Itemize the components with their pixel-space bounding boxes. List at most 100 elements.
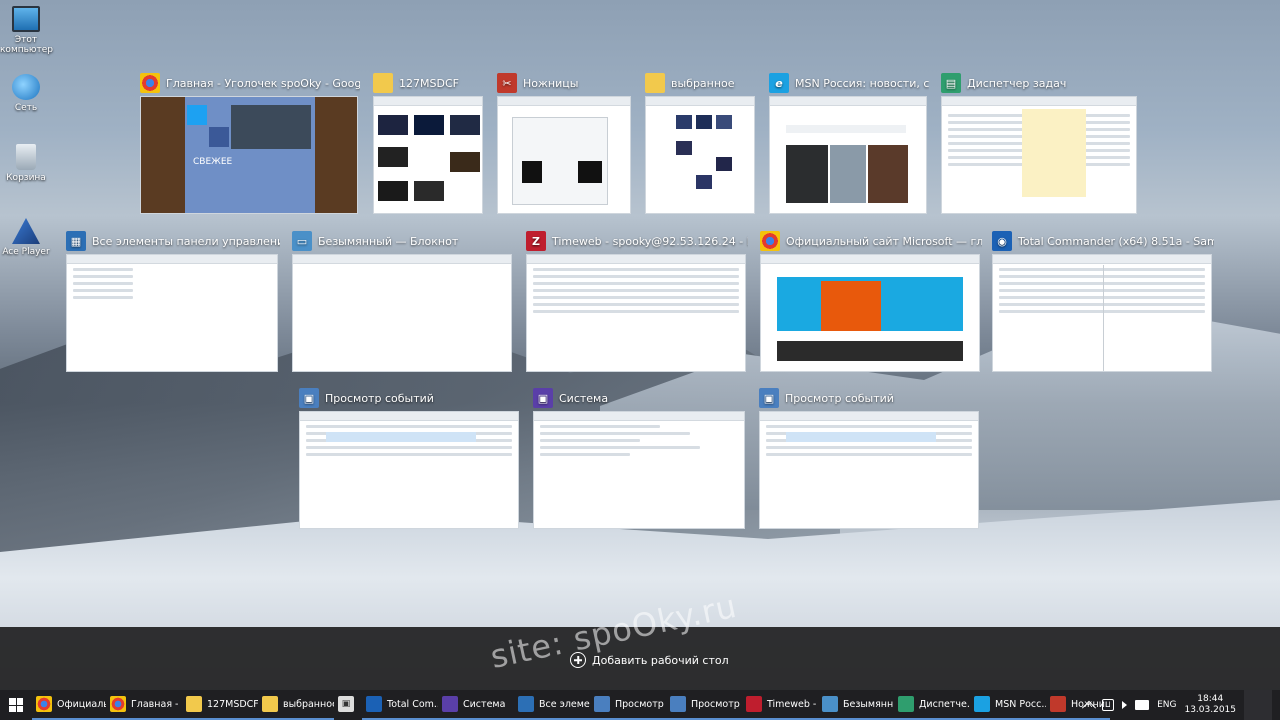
window-thumbnail: СВЕЖЕЕ <box>140 96 358 214</box>
taskbar-item-label: Просмотр ... <box>691 698 742 710</box>
network-icon[interactable] <box>1102 699 1115 711</box>
control-panel-icon: ▦ <box>66 231 86 251</box>
taskbar-item-127msdcf[interactable]: 127MSDCF <box>182 690 258 720</box>
desktop-icon-ace-player[interactable]: Ace Player <box>0 218 52 257</box>
taskbar-item-msn[interactable]: MSN Росс... <box>970 690 1046 720</box>
desktop-icon-label: Сеть <box>14 103 38 113</box>
taskbar-item-chrome-spooky[interactable]: Главная - ... <box>106 690 182 720</box>
window-title: Главная - Уголочек spoOky - Google... <box>166 76 360 90</box>
taskbar-item-event-viewer-2[interactable]: Просмотр ... <box>666 690 742 720</box>
window-title: Диспетчер задач <box>967 76 1067 90</box>
task-view-window-filezilla[interactable]: Z Timeweb - spooky@92.53.126.24 - File..… <box>526 228 748 374</box>
taskbar-item-total-commander[interactable]: Total Com... <box>362 690 438 720</box>
notepad-icon <box>822 696 838 712</box>
desktop-icon-computer[interactable]: Этот компьютер <box>0 6 53 55</box>
desktop-icon-network[interactable]: Сеть <box>0 74 52 113</box>
window-title: Просмотр событий <box>785 391 894 405</box>
event-viewer-icon: ▣ <box>299 388 319 408</box>
taskbar-item-favorites[interactable]: выбранное <box>258 690 334 720</box>
window-thumbnail <box>760 254 980 372</box>
task-view-window-msn[interactable]: e MSN Россия: новости, с... <box>769 70 929 216</box>
taskbar-item-label: 127MSDCF <box>207 698 258 710</box>
taskbar-item-label: MSN Росс... <box>995 698 1046 710</box>
language-indicator[interactable]: ENG <box>1157 700 1176 710</box>
task-view-window-system[interactable]: ▣ Система <box>533 385 747 531</box>
window-thumbnail <box>292 254 512 372</box>
taskbar-item-system[interactable]: Система <box>438 690 514 720</box>
window-title: MSN Россия: новости, с... <box>795 76 929 90</box>
task-view-window-favorites[interactable]: выбранное <box>645 70 757 216</box>
chrome-icon <box>760 231 780 251</box>
message-icon[interactable] <box>1135 700 1150 710</box>
taskbar-item-label: Система <box>463 698 506 710</box>
task-view-window-control-panel[interactable]: ▦ Все элементы панели управления <box>66 228 280 374</box>
chrome-icon <box>140 73 160 93</box>
event-viewer-icon <box>594 696 610 712</box>
task-view-window-total-commander[interactable]: ◉ Total Commander (x64) 8.51a - Sam <box>992 228 1214 374</box>
recycle-bin-icon <box>16 144 36 170</box>
window-title: Все элементы панели управления <box>92 234 280 248</box>
window-thumbnail <box>526 254 746 372</box>
taskbar-item-task-manager[interactable]: Диспетче... <box>894 690 970 720</box>
add-desktop-button[interactable]: Добавить рабочий стол <box>570 652 729 668</box>
taskbar-item-label: Просмотр ... <box>615 698 666 710</box>
task-view-window-127msdcf[interactable]: 127MSDCF <box>373 70 485 216</box>
window-title: Просмотр событий <box>325 391 434 405</box>
ace-player-icon <box>12 218 40 244</box>
task-view-window-event-viewer-1[interactable]: ▣ Просмотр событий <box>299 385 521 531</box>
taskbar-item-notepad[interactable]: Безымянн... <box>818 690 894 720</box>
window-thumbnail <box>299 411 519 529</box>
thumbnail-banner-text: СВЕЖЕЕ <box>193 157 233 167</box>
computer-icon <box>12 6 40 32</box>
window-title: Безымянный — Блокнот <box>318 234 459 248</box>
window-thumbnail <box>533 411 745 529</box>
folder-icon <box>262 696 278 712</box>
window-title: Total Commander (x64) 8.51a - Sam <box>1018 234 1214 248</box>
control-panel-icon <box>518 696 534 712</box>
window-thumbnail <box>759 411 979 529</box>
store-icon: ▣ <box>338 696 354 712</box>
notepad-icon: ▭ <box>292 231 312 251</box>
clock[interactable]: 18:44 13.03.2015 <box>1184 694 1236 716</box>
taskbar-item-control-panel[interactable]: Все элеме... <box>514 690 590 720</box>
task-view-window-notepad[interactable]: ▭ Безымянный — Блокнот <box>292 228 514 374</box>
taskbar-item-label: Главная - ... <box>131 698 182 710</box>
taskbar-item-event-viewer-1[interactable]: Просмотр ... <box>590 690 666 720</box>
windows-logo-icon <box>9 698 23 712</box>
window-title: Система <box>559 391 609 405</box>
taskbar-item-chrome-microsoft[interactable]: Официаль... <box>32 690 106 720</box>
add-desktop-label: Добавить рабочий стол <box>592 653 729 667</box>
chrome-icon <box>36 696 52 712</box>
folder-icon <box>373 73 393 93</box>
network-icon <box>12 74 40 100</box>
window-thumbnail <box>66 254 278 372</box>
volume-icon[interactable] <box>1122 701 1128 709</box>
desktop-icon-label: Корзина <box>6 173 46 183</box>
window-title: 127MSDCF <box>399 76 459 90</box>
taskbar-item-store[interactable]: ▣ <box>334 690 362 720</box>
task-view-window-chrome-spooky[interactable]: Главная - Уголочек spoOky - Google... СВ… <box>140 70 360 216</box>
task-view-window-microsoft-site[interactable]: Официальный сайт Microsoft — глав... <box>760 228 982 374</box>
taskbar-item-label: Безымянн... <box>843 698 894 710</box>
show-desktop-button[interactable] <box>1244 690 1272 720</box>
task-view-window-task-manager[interactable]: ▤ Диспетчер задач <box>941 70 1139 216</box>
task-view-window-event-viewer-2[interactable]: ▣ Просмотр событий <box>759 385 981 531</box>
taskbar-item-label: Total Com... <box>387 698 438 710</box>
folder-icon <box>645 73 665 93</box>
window-title: Timeweb - spooky@92.53.126.24 - File... <box>552 234 748 248</box>
show-hidden-icons-chevron-icon[interactable] <box>1081 700 1097 715</box>
task-view-window-snipping-tool[interactable]: ✂ Ножницы <box>497 70 633 216</box>
desktop-icon-label: Этот компьютер <box>0 35 53 55</box>
window-thumbnail <box>992 254 1212 372</box>
start-button[interactable] <box>0 690 32 720</box>
taskbar-item-filezilla[interactable]: Timeweb - ... <box>742 690 818 720</box>
clock-date: 13.03.2015 <box>1184 705 1236 715</box>
desktop-icon-recycle-bin[interactable]: Корзина <box>0 144 52 183</box>
taskbar-item-label: Диспетче... <box>919 698 970 710</box>
folder-icon <box>186 696 202 712</box>
plus-icon <box>570 652 586 668</box>
window-thumbnail <box>941 96 1137 214</box>
clock-time: 18:44 <box>1197 694 1224 704</box>
taskbar-item-label: Timeweb - ... <box>767 698 818 710</box>
total-commander-icon <box>366 696 382 712</box>
